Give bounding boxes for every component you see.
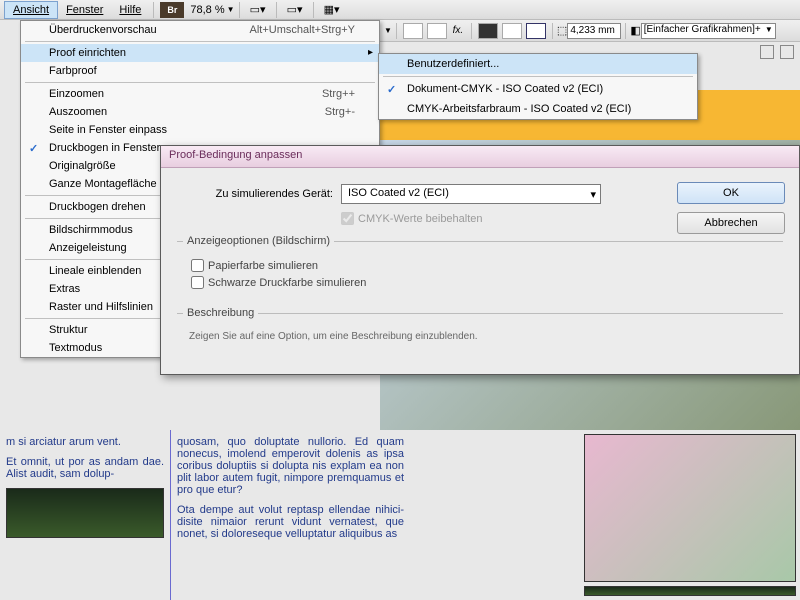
object-style-combo[interactable]: [Einfacher Grafikrahmen]+ [641,23,776,39]
text-wrap-2-icon[interactable] [502,23,522,39]
workspace-icon[interactable]: ▦▾ [320,2,344,18]
menu-overprint-preview[interactable]: ÜberdruckenvorschauAlt+Umschalt+Strg+Y [21,21,379,39]
chevron-down-icon[interactable]: ▼ [227,5,235,14]
proof-condition-dialog: Proof-Bedingung anpassen OK Abbrechen Zu… [160,145,800,375]
device-combo[interactable]: ISO Coated v2 (ECI) [341,184,601,204]
menu-farbproof[interactable]: Farbproof [21,62,379,80]
control-toolbar: ▼ fx. ⬚ ◧ [Einfacher Grafikrahmen]+ [380,20,800,42]
separator [313,2,314,18]
separator [25,41,375,42]
menu-fenster[interactable]: Fenster [58,2,111,18]
placed-image[interactable] [584,434,796,582]
cancel-button[interactable]: Abbrechen [677,212,785,234]
zoom-level[interactable]: 78,8 % [190,4,224,16]
simulate-black-ink-checkbox[interactable]: Schwarze Druckfarbe simulieren [191,276,777,289]
page-icon[interactable] [427,23,447,39]
menu-ansicht[interactable]: Ansicht [4,1,58,19]
separator [153,2,154,18]
stroke-width-field[interactable] [567,23,621,39]
body-text: Et omnit, ut por as andam dae. Alist aud… [6,456,164,480]
separator [625,23,626,39]
separator [276,2,277,18]
separator [383,76,693,77]
fx-icon[interactable]: fx. [449,25,467,36]
description-group: Beschreibung Zeigen Sie auf eine Option,… [177,307,783,350]
simulate-black-ink-input[interactable] [191,276,204,289]
text-column-1: m si arciatur arum vent. Et omnit, ut po… [0,430,170,600]
separator [471,23,472,39]
arrange-docs-icon[interactable]: ▭▾ [283,2,307,18]
dialog-title: Proof-Bedingung anpassen [161,146,799,168]
menu-fit-page[interactable]: Seite in Fenster einpass [21,121,379,139]
menubar: Ansicht Fenster Hilfe Br 78,8 % ▼ ▭▾ ▭▾ … [0,0,800,20]
small-tool-2-icon[interactable] [780,45,794,59]
body-text: quosam, quo doluptate nullorio. Ed quam … [177,436,404,496]
text-wrap-3-icon[interactable] [526,23,546,39]
corner-opts-icon[interactable] [403,23,423,39]
ok-button[interactable]: OK [677,182,785,204]
image-column [580,430,800,600]
palette-icon[interactable]: ◧ [630,24,640,37]
crop-icon[interactable]: ⬚ [557,24,567,37]
device-label: Zu simulierendes Gerät: [173,188,333,200]
bridge-icon[interactable]: Br [160,2,184,18]
menu-proof-setup[interactable]: Proof einrichten [21,44,379,62]
chevron-down-icon[interactable]: ▼ [384,26,392,35]
placed-image[interactable] [584,586,796,596]
submenu-custom[interactable]: Benutzerdefiniert... [379,54,697,74]
screen-mode-icon[interactable]: ▭▾ [246,2,270,18]
description-text: Zeigen Sie auf eine Option, um eine Besc… [189,331,771,342]
menu-hilfe[interactable]: Hilfe [111,2,149,18]
menu-zoom-in[interactable]: EinzoomenStrg++ [21,85,379,103]
display-options-group: Anzeigeoptionen (Bildschirm) Papierfarbe… [177,235,783,297]
placed-image[interactable] [6,488,164,538]
separator [25,82,375,83]
text-column-2: quosam, quo doluptate nullorio. Ed quam … [170,430,410,600]
menu-zoom-out[interactable]: AuszoomenStrg+- [21,103,379,121]
submenu-working-cmyk[interactable]: CMYK-Arbeitsfarbraum - ISO Coated v2 (EC… [379,99,697,119]
display-options-legend: Anzeigeoptionen (Bildschirm) [183,235,334,247]
small-tool-1-icon[interactable] [760,45,774,59]
spacer-column [410,430,580,600]
separator [239,2,240,18]
body-text: Ota dempe aut volut reptasp ellendae nih… [177,504,404,540]
preserve-cmyk-input [341,212,354,225]
proof-setup-submenu: Benutzerdefiniert... Dokument-CMYK - ISO… [378,53,698,120]
body-text: m si arciatur arum vent. [6,436,164,448]
aux-toolbar [700,42,800,62]
submenu-document-cmyk[interactable]: Dokument-CMYK - ISO Coated v2 (ECI) [379,79,697,99]
simulate-paper-checkbox[interactable]: Papierfarbe simulieren [191,259,777,272]
document-canvas: m si arciatur arum vent. Et omnit, ut po… [0,430,800,600]
separator [396,23,397,39]
text-wrap-1-icon[interactable] [478,23,498,39]
description-legend: Beschreibung [183,307,258,319]
simulate-paper-input[interactable] [191,259,204,272]
separator [552,23,553,39]
